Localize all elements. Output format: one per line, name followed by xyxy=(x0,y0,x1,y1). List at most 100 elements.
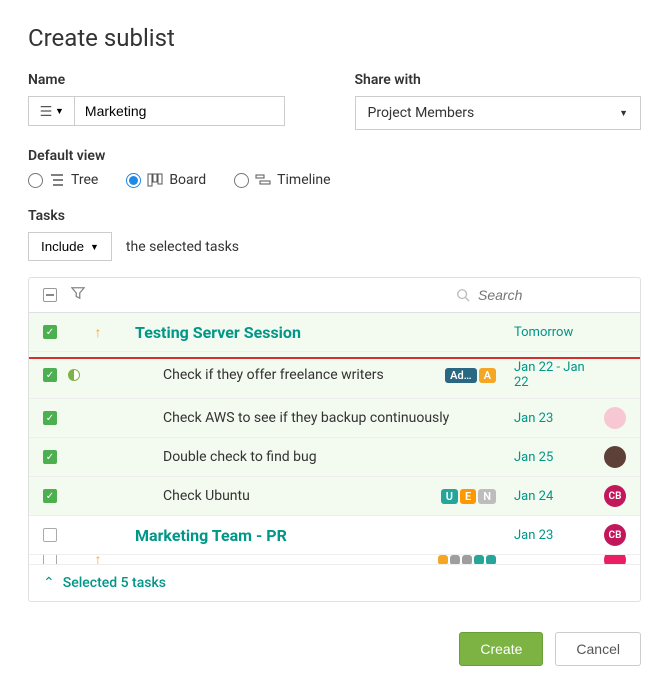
task-row[interactable]: Marketing Team - PR Jan 23 CB xyxy=(29,516,640,555)
task-tags xyxy=(438,555,496,565)
task-title: Check AWS to see if they backup continuo… xyxy=(115,410,486,426)
tag-pill: U xyxy=(441,489,458,504)
tag-pill: A xyxy=(479,368,496,383)
task-checkbox[interactable]: ✓ xyxy=(43,450,57,464)
radio-input[interactable] xyxy=(126,173,141,188)
caret-down-icon: ▼ xyxy=(619,108,628,119)
create-button[interactable]: Create xyxy=(459,632,543,666)
search-icon xyxy=(456,288,470,302)
search-input[interactable] xyxy=(478,287,618,303)
priority-indicator xyxy=(91,489,105,503)
task-title: Double check to find bug xyxy=(115,449,486,465)
select-all-checkbox[interactable] xyxy=(43,288,57,302)
assignee-avatar[interactable]: CB xyxy=(604,524,626,546)
radio-label: Timeline xyxy=(277,172,330,188)
list-icon xyxy=(39,104,53,118)
tag-dot xyxy=(450,555,460,565)
priority-indicator: ↑ xyxy=(91,555,105,565)
task-row[interactable]: ↑ xyxy=(29,555,640,565)
task-date: Jan 25 xyxy=(514,450,594,465)
task-checkbox[interactable] xyxy=(43,555,57,565)
dialog-actions: Create Cancel xyxy=(28,632,641,666)
task-group-title: Testing Server Session xyxy=(115,323,486,342)
view-radio-timeline[interactable]: Timeline xyxy=(234,172,330,188)
task-indicator xyxy=(67,555,81,565)
tag-pill: N xyxy=(478,489,496,504)
task-row[interactable]: ✓Check UbuntuUENJan 24CB xyxy=(29,477,640,516)
name-input-group: ▼ xyxy=(28,96,315,126)
priority-indicator xyxy=(91,411,105,425)
share-label: Share with xyxy=(355,72,642,88)
tasks-section: Tasks Include ▼ the selected tasks xyxy=(28,208,641,602)
tree-icon xyxy=(49,172,65,188)
view-label: Default view xyxy=(28,148,641,164)
priority-indicator xyxy=(91,450,105,464)
task-row[interactable]: ✓ ↑ Testing Server Session Tomorrow xyxy=(29,313,640,352)
task-date: Jan 24 xyxy=(514,489,594,504)
task-row[interactable]: ✓ Check AWS to see if they backup continu… xyxy=(29,399,640,438)
form-row: Name ▼ Share with Project Members ▼ xyxy=(28,72,641,130)
board-icon xyxy=(147,172,163,188)
task-indicator xyxy=(67,368,81,382)
cancel-button[interactable]: Cancel xyxy=(555,632,641,666)
task-checkbox[interactable]: ✓ xyxy=(43,489,57,503)
task-row[interactable]: ✓ Check if they offer freelance writers Ad… xyxy=(29,352,640,399)
task-group-title: Marketing Team - PR xyxy=(115,526,486,545)
timeline-icon xyxy=(255,172,271,188)
share-value: Project Members xyxy=(368,105,475,121)
dialog-title: Create sublist xyxy=(28,24,641,52)
assignee-avatar[interactable] xyxy=(604,446,626,468)
radio-label: Tree xyxy=(71,172,98,188)
chevron-up-icon: ⌃ xyxy=(43,575,55,591)
task-indicator xyxy=(67,528,81,542)
tag-pill: Ad… xyxy=(445,368,477,383)
tag-dot xyxy=(438,555,448,565)
name-label: Name xyxy=(28,72,315,88)
tasks-table: ✓ ↑ Testing Server Session Tomorrow ✓ Check i… xyxy=(28,277,641,602)
caret-down-icon: ▼ xyxy=(55,106,64,116)
task-rows[interactable]: ✓ ↑ Testing Server Session Tomorrow ✓ Check i… xyxy=(29,313,640,565)
radio-label: Board xyxy=(169,172,206,188)
include-label: Include xyxy=(41,239,84,254)
task-checkbox[interactable] xyxy=(43,528,57,542)
radio-input[interactable] xyxy=(234,173,249,188)
name-input[interactable] xyxy=(75,96,285,126)
priority-indicator: ↑ xyxy=(91,325,105,339)
task-tags: UEN xyxy=(441,489,496,504)
task-row[interactable]: ✓ Double check to find bug Jan 25 xyxy=(29,438,640,477)
share-select[interactable]: Project Members ▼ xyxy=(355,96,642,130)
view-radio-tree[interactable]: Tree xyxy=(28,172,98,188)
task-indicator xyxy=(67,325,81,339)
arrow-up-icon: ↑ xyxy=(95,324,102,341)
table-header xyxy=(29,278,640,313)
task-title: Check if they offer freelance writers xyxy=(115,367,435,383)
tag-dot xyxy=(462,555,472,565)
task-indicator xyxy=(67,411,81,425)
tag-pill: E xyxy=(460,489,476,504)
task-indicator xyxy=(67,489,81,503)
task-checkbox[interactable]: ✓ xyxy=(43,411,57,425)
task-checkbox[interactable]: ✓ xyxy=(43,368,57,382)
assignee-avatar[interactable] xyxy=(604,407,626,429)
task-date: Tomorrow xyxy=(514,325,594,340)
filter-icon[interactable] xyxy=(71,286,85,304)
share-col: Share with Project Members ▼ xyxy=(355,72,642,130)
include-dropdown[interactable]: Include ▼ xyxy=(28,232,112,261)
task-date: Jan 23 xyxy=(514,528,594,543)
assignee-avatar[interactable] xyxy=(604,555,626,565)
radio-input[interactable] xyxy=(28,173,43,188)
tag-dot xyxy=(486,555,496,565)
list-icon-button[interactable]: ▼ xyxy=(28,96,75,126)
selected-footer[interactable]: ⌃ Selected 5 tasks xyxy=(29,565,640,601)
priority-indicator xyxy=(91,368,105,382)
task-date: Jan 22 - Jan 22 xyxy=(514,360,594,390)
selected-count: Selected 5 tasks xyxy=(63,575,166,591)
include-help: the selected tasks xyxy=(126,239,239,255)
view-radios: Tree Board Timeline xyxy=(28,172,641,188)
arrow-up-icon: ↑ xyxy=(95,555,102,565)
tag-dot xyxy=(474,555,484,565)
view-radio-board[interactable]: Board xyxy=(126,172,206,188)
assignee-avatar[interactable]: CB xyxy=(604,485,626,507)
priority-indicator xyxy=(91,528,105,542)
task-checkbox[interactable]: ✓ xyxy=(43,325,57,339)
